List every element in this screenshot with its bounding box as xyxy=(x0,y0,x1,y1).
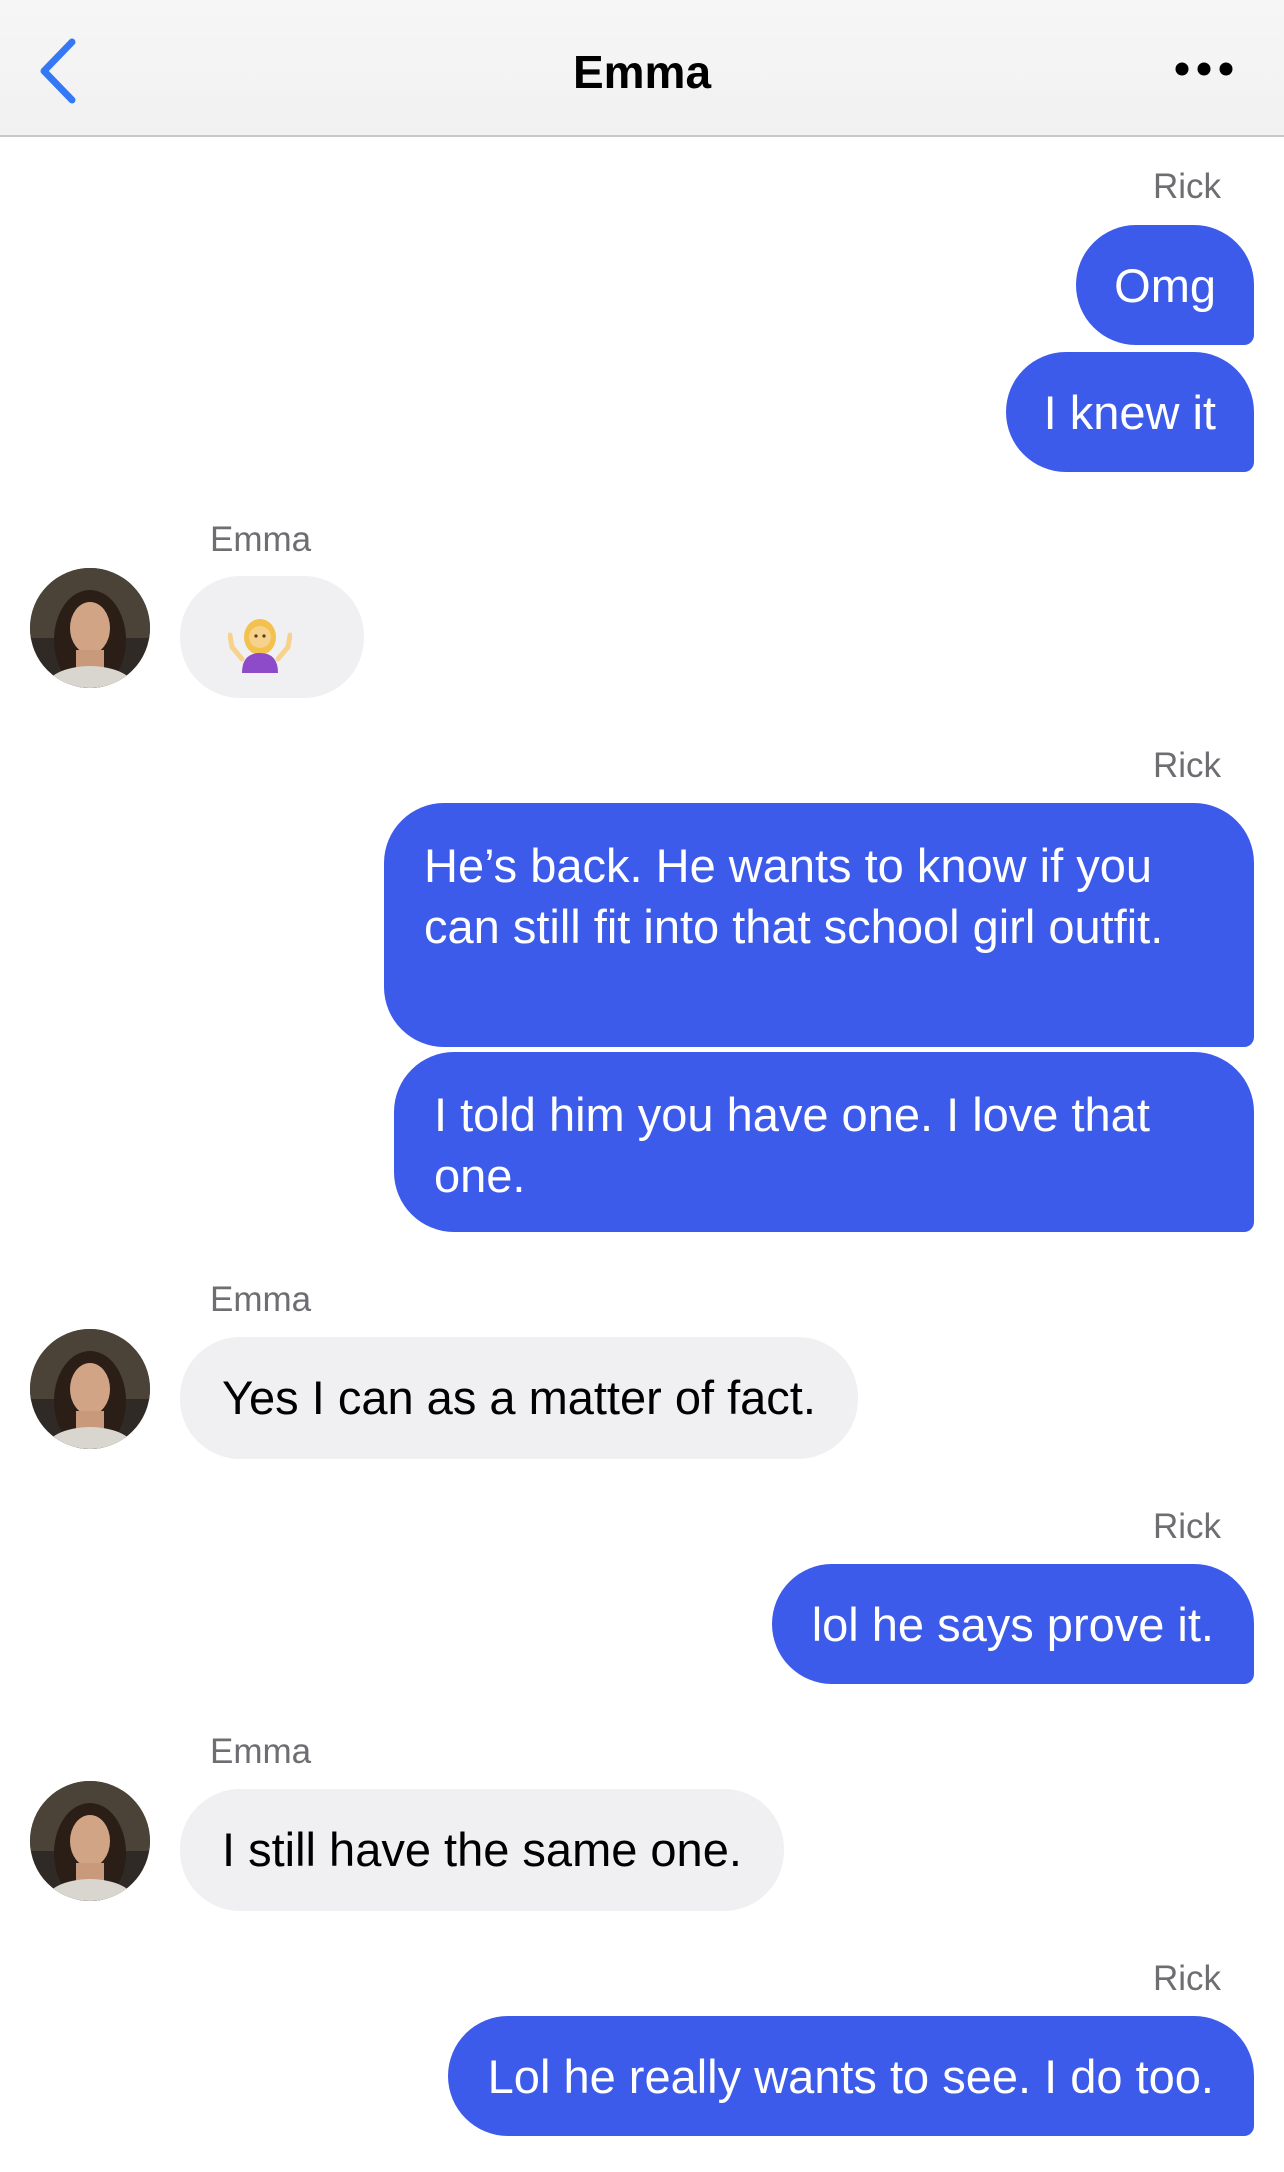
sender-name: Rick xyxy=(1152,1959,1221,1998)
message-bubble-outgoing[interactable]: I told him you have one. I love that one… xyxy=(394,1052,1254,1232)
message-bubble-outgoing[interactable]: lol he says prove it. xyxy=(771,1564,1254,1684)
message-bubble-outgoing[interactable]: He’s back. He wants to know if you can s… xyxy=(384,803,1254,1047)
sender-name: Rick xyxy=(1152,746,1221,785)
sender-name: Emma xyxy=(210,1280,312,1319)
sender-name: Rick xyxy=(1152,1507,1221,1546)
nav-bar: Emma xyxy=(0,0,1284,137)
avatar[interactable] xyxy=(30,1329,150,1449)
avatar-photo xyxy=(30,1781,150,1901)
sender-name: Emma xyxy=(210,1732,312,1771)
message-bubble-incoming[interactable]: Yes I can as a matter of fact. xyxy=(180,1337,858,1459)
message-bubble-incoming[interactable] xyxy=(180,576,364,698)
person-shrugging-emoji xyxy=(228,619,292,673)
conversation-title: Emma xyxy=(572,46,712,98)
ellipsis-icon xyxy=(1175,62,1233,76)
avatar[interactable] xyxy=(30,568,150,688)
avatar-photo xyxy=(30,568,150,688)
message-bubble-outgoing[interactable]: Lol he really wants to see. I do too. xyxy=(447,2016,1254,2136)
sender-name: Rick xyxy=(1152,167,1221,206)
more-options-button[interactable] xyxy=(1174,56,1234,82)
sender-name: Emma xyxy=(210,520,312,559)
message-bubble-outgoing[interactable]: I knew it xyxy=(1005,352,1254,472)
avatar[interactable] xyxy=(30,1781,150,1901)
message-bubble-incoming[interactable]: I still have the same one. xyxy=(180,1789,784,1911)
avatar-photo xyxy=(30,1329,150,1449)
message-bubble-outgoing[interactable]: Omg xyxy=(1076,225,1254,345)
